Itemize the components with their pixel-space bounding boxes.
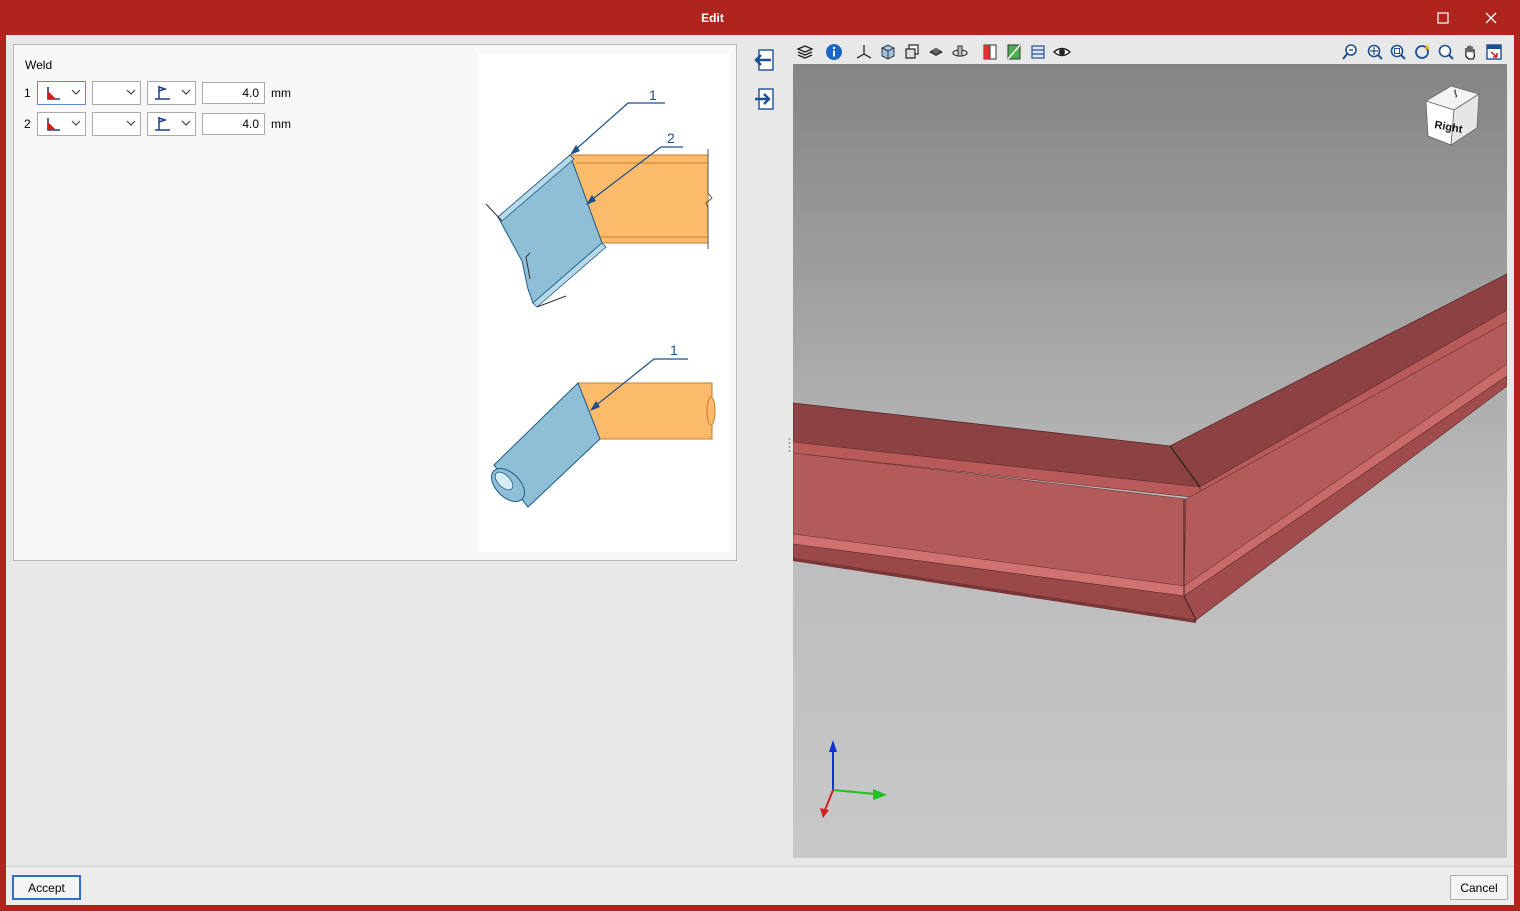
fit-window-button[interactable] <box>1483 41 1505 63</box>
weld-type-select[interactable] <box>37 81 86 105</box>
weld-thickness-input[interactable] <box>202 113 265 135</box>
window-title: Edit <box>701 11 724 25</box>
title-bar: Edit <box>0 0 1520 35</box>
weld-row-2: 2 4.0 mm <box>24 112 324 136</box>
zoom-previous-icon <box>1342 44 1357 60</box>
export-icon <box>755 88 774 110</box>
import-icon <box>754 49 774 71</box>
weld-row-1: 1 4.0 mm <box>24 81 324 105</box>
fillet-weld-icon <box>47 118 60 131</box>
field-weld-flag-icon <box>155 117 170 131</box>
weld-finish-select[interactable] <box>147 112 196 136</box>
section-icon <box>983 44 997 60</box>
zoom-all-icon <box>1367 44 1383 60</box>
close-button[interactable] <box>1468 0 1514 35</box>
weld-row-number: 2 <box>24 117 31 131</box>
weld-unit-label: mm <box>271 86 291 100</box>
pan-icon <box>1465 45 1475 60</box>
weld-row-number: 1 <box>24 86 31 100</box>
3d-viewport[interactable]: ʃ Right <box>793 64 1507 858</box>
weld-unit-label: mm <box>271 117 291 131</box>
zoom-window-icon <box>1390 44 1406 60</box>
shaded-view-icon <box>881 44 895 60</box>
grid-icon <box>1031 45 1045 59</box>
weld-finish-select[interactable] <box>147 81 196 105</box>
pan-button[interactable] <box>1459 41 1481 63</box>
dialog-footer: Accept Cancel <box>6 866 1514 905</box>
zoom-all-button[interactable] <box>1363 41 1385 63</box>
clip-plane-button[interactable] <box>1003 41 1025 63</box>
layers-icon <box>796 45 814 59</box>
view-cube[interactable]: ʃ Right <box>1425 85 1480 146</box>
chevron-down-icon <box>181 89 191 95</box>
visibility-button[interactable] <box>1051 41 1073 63</box>
weld-thickness-input[interactable] <box>202 82 265 104</box>
chevron-down-icon <box>181 120 191 126</box>
export-button[interactable] <box>751 85 779 113</box>
weld-diagram: 1 2 1 <box>478 53 730 552</box>
zoom-button[interactable] <box>1435 41 1457 63</box>
clip-plane-icon <box>1007 44 1021 60</box>
render-view-icon <box>929 48 943 56</box>
dialog-body: Weld 1 4.0 mm 2 4.0 mm 1 2 1 ʃ Right Acc… <box>6 35 1514 905</box>
layers-button[interactable] <box>794 41 816 63</box>
chevron-down-icon <box>71 120 81 126</box>
axes-icon <box>856 45 872 59</box>
shaded-view-button[interactable] <box>877 41 899 63</box>
zoom-icon <box>1438 44 1454 60</box>
grid-button[interactable] <box>1027 41 1049 63</box>
weld-type-select[interactable] <box>37 112 86 136</box>
fit-window-icon <box>1486 44 1502 60</box>
import-button[interactable] <box>751 46 779 74</box>
maximize-button[interactable] <box>1420 0 1466 35</box>
callout-label: 1 <box>670 342 678 358</box>
section-button[interactable] <box>979 41 1001 63</box>
orbit-icon <box>952 45 968 57</box>
info-button[interactable] <box>823 41 845 63</box>
weld-panel: Weld 1 4.0 mm 2 4.0 mm 1 2 1 <box>13 44 737 561</box>
close-icon <box>1485 12 1497 23</box>
cancel-button[interactable]: Cancel <box>1450 875 1508 900</box>
chevron-down-icon <box>71 89 81 95</box>
info-icon <box>826 44 842 60</box>
splitter-grip[interactable] <box>788 437 791 453</box>
orbit-button[interactable] <box>949 41 971 63</box>
weld-diagram-drawing: 1 2 1 <box>485 87 716 508</box>
wireframe-view-button[interactable] <box>901 41 923 63</box>
fillet-weld-icon <box>47 87 60 100</box>
viewer-toolbar <box>793 39 1513 65</box>
weld-option-select[interactable] <box>92 112 141 136</box>
callout-label: 1 <box>649 87 657 103</box>
maximize-icon <box>1437 11 1449 24</box>
render-view-button[interactable] <box>925 41 947 63</box>
chevron-down-icon <box>126 120 136 126</box>
zoom-window-button[interactable] <box>1387 41 1409 63</box>
chevron-down-icon <box>126 89 136 95</box>
callout-label: 2 <box>667 130 675 146</box>
edit-window: Edit Weld 1 4.0 mm 2 4.0 mm 1 2 1 ʃ Righ… <box>0 0 1520 911</box>
axis-triad <box>820 740 887 818</box>
field-weld-flag-icon <box>155 86 170 100</box>
refresh-zoom-button[interactable] <box>1411 41 1433 63</box>
accept-button[interactable]: Accept <box>12 875 81 900</box>
refresh-zoom-icon <box>1415 44 1430 59</box>
weld-section-title: Weld <box>25 58 53 72</box>
3d-model: ʃ Right <box>793 85 1507 818</box>
zoom-previous-button[interactable] <box>1339 41 1361 63</box>
wireframe-view-icon <box>905 44 919 59</box>
visibility-icon <box>1053 47 1071 57</box>
axes-button[interactable] <box>853 41 875 63</box>
weld-option-select[interactable] <box>92 81 141 105</box>
